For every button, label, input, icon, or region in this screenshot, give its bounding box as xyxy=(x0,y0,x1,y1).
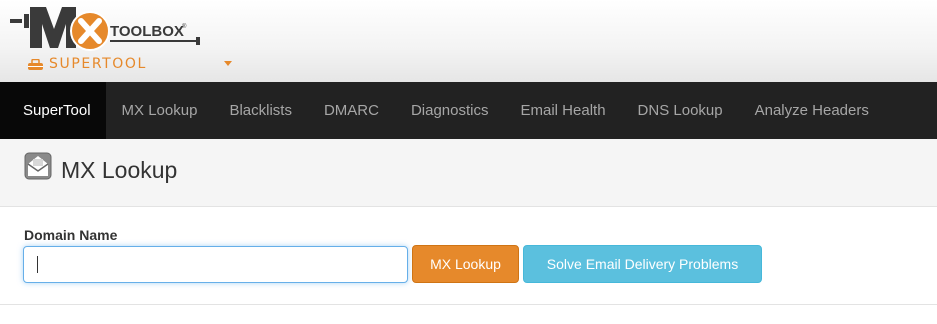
mx-toolbox-logo[interactable]: MX TOOLBOX ® xyxy=(10,4,210,52)
nav-item-blacklists[interactable]: Blacklists xyxy=(213,82,308,139)
main-nav: SuperTool MX Lookup Blacklists DMARC Dia… xyxy=(0,82,937,139)
envelope-icon xyxy=(24,152,52,180)
nav-item-dmarc[interactable]: DMARC xyxy=(308,82,395,139)
nav-item-email-health[interactable]: Email Health xyxy=(505,82,622,139)
supertool-menu[interactable]: SUPERTOOL xyxy=(28,54,147,74)
toolbox-icon xyxy=(28,58,43,70)
site-header: MX TOOLBOX ® SUPERTOOL xyxy=(0,0,937,82)
text-cursor xyxy=(37,256,38,273)
domain-name-input[interactable] xyxy=(23,246,408,283)
solve-email-delivery-button[interactable]: Solve Email Delivery Problems xyxy=(523,245,762,283)
nav-item-diagnostics[interactable]: Diagnostics xyxy=(395,82,505,139)
page-title: MX Lookup xyxy=(61,157,178,183)
nav-item-supertool[interactable]: SuperTool xyxy=(0,82,106,139)
nav-item-mx-lookup[interactable]: MX Lookup xyxy=(106,82,214,139)
nav-item-analyze-headers[interactable]: Analyze Headers xyxy=(739,82,885,139)
logo-registered: ® xyxy=(182,23,187,30)
nav-item-dns-lookup[interactable]: DNS Lookup xyxy=(622,82,739,139)
page-header: MX Lookup xyxy=(0,139,937,207)
domain-name-label: Domain Name xyxy=(24,227,118,243)
logo-wordmark: TOOLBOX xyxy=(110,23,184,40)
mx-lookup-button[interactable]: MX Lookup xyxy=(412,245,519,283)
divider xyxy=(0,304,937,305)
caret-down-icon[interactable] xyxy=(224,61,232,66)
supertool-label: SUPERTOOL xyxy=(49,56,147,72)
